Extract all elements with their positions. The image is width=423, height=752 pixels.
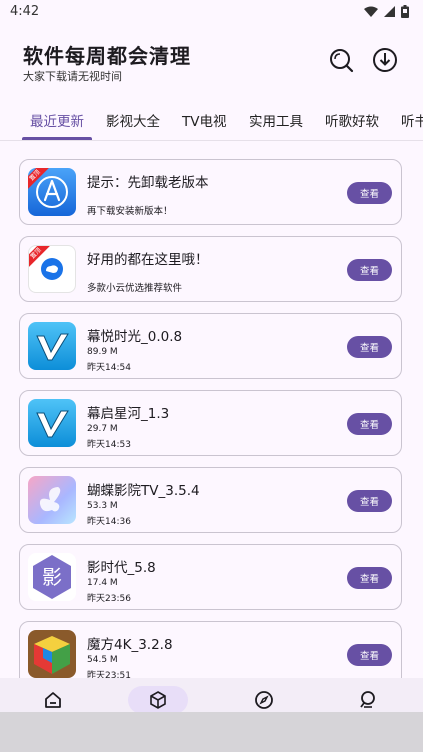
home-icon [45,692,61,708]
list-item[interactable]: 魔方4K_3.2.8 54.5 M 昨天23:51 查看 [19,621,402,678]
item-name: 魔方4K_3.2.8 [87,637,173,653]
view-button[interactable]: 查看 [347,567,392,589]
v-logo-icon [28,399,76,447]
app-subtitle: 大家下载请无视时间 [23,70,122,83]
search-icon [330,49,354,73]
status-time: 4:42 [10,4,40,19]
tab-movies[interactable]: 影视大全 [106,110,160,130]
app-store-icon: 置顶 [28,168,76,216]
list-item[interactable]: 幕悦时光_0.0.8 89.9 M 昨天14:54 查看 [19,313,402,379]
tab-tv[interactable]: TV电视 [182,110,226,130]
view-button[interactable]: 查看 [347,182,392,204]
cube-nav-icon [150,691,166,709]
item-size: 54.5 M [87,655,118,665]
nav-home[interactable] [23,687,83,713]
signal-icon [384,6,395,17]
tab-tools[interactable]: 实用工具 [249,110,303,130]
nav-discover[interactable] [234,687,294,713]
item-size: 89.9 M [87,347,118,357]
search-button[interactable] [327,46,355,74]
ying-logo-icon: 影 [28,553,76,601]
app-list: 置顶 提示：先卸载老版本 再下载安装新版本！ 查看 置顶 好用的都在这里哦！ 多… [0,140,423,678]
status-icons [364,5,409,18]
item-desc: 多款小云优选推荐软件 [87,283,183,294]
view-button[interactable]: 查看 [347,490,392,512]
item-date: 昨天14:54 [87,363,131,373]
item-name: 幕悦时光_0.0.8 [87,329,183,345]
view-button[interactable]: 查看 [347,336,392,358]
cube-icon [28,630,76,678]
icon-char: 影 [42,565,62,589]
battery-icon [401,5,409,18]
butterfly-icon [28,476,76,524]
tab-audiobooks[interactable]: 听书 [401,110,423,130]
item-name: 好用的都在这里哦！ [87,252,209,268]
list-item[interactable]: 蝴蝶影院TV_3.5.4 53.3 M 昨天14:36 查看 [19,467,402,533]
download-icon [373,48,397,72]
tab-music[interactable]: 听歌好软 [325,110,379,130]
item-desc: 再下载安装新版本！ [87,206,173,217]
list-item[interactable]: 影 影时代_5.8 17.4 M 昨天23:56 查看 [19,544,402,610]
wifi-icon [364,6,378,17]
view-button[interactable]: 查看 [347,259,392,281]
nav-profile[interactable] [338,687,398,713]
tab-latest[interactable]: 最近更新 [30,110,84,130]
app-title: 软件每周都会清理 [23,44,191,68]
item-date: 昨天23:51 [87,671,131,678]
item-size: 29.7 M [87,424,118,434]
app-header: 软件每周都会清理 大家下载请无视时间 [0,24,423,100]
v-logo-icon [28,322,76,370]
item-date: 昨天14:36 [87,517,131,527]
item-name: 影时代_5.8 [87,560,156,576]
item-name: 幕启星河_1.3 [87,406,170,422]
view-button[interactable]: 查看 [347,413,392,435]
cloud-app-icon: 置顶 [28,245,76,293]
list-item[interactable]: 置顶 好用的都在这里哦！ 多款小云优选推荐软件 查看 [19,236,402,302]
compass-icon [255,691,273,709]
item-size: 17.4 M [87,578,118,588]
list-item[interactable]: 置顶 提示：先卸载老版本 再下载安装新版本！ 查看 [19,159,402,225]
search-nav-icon [360,691,375,708]
category-tabs: 最近更新 影视大全 TV电视 实用工具 听歌好软 听书 [0,100,423,141]
download-button[interactable] [371,46,399,74]
list-item[interactable]: 幕启星河_1.3 29.7 M 昨天14:53 查看 [19,390,402,456]
item-size: 53.3 M [87,501,118,511]
view-button[interactable]: 查看 [347,644,392,666]
nav-apps[interactable] [128,687,188,713]
item-date: 昨天14:53 [87,440,131,450]
status-bar: 4:42 [0,0,423,24]
system-nav-bar [0,712,423,752]
item-date: 昨天23:56 [87,594,131,604]
item-name: 提示：先卸载老版本 [87,175,209,191]
item-name: 蝴蝶影院TV_3.5.4 [87,483,200,499]
